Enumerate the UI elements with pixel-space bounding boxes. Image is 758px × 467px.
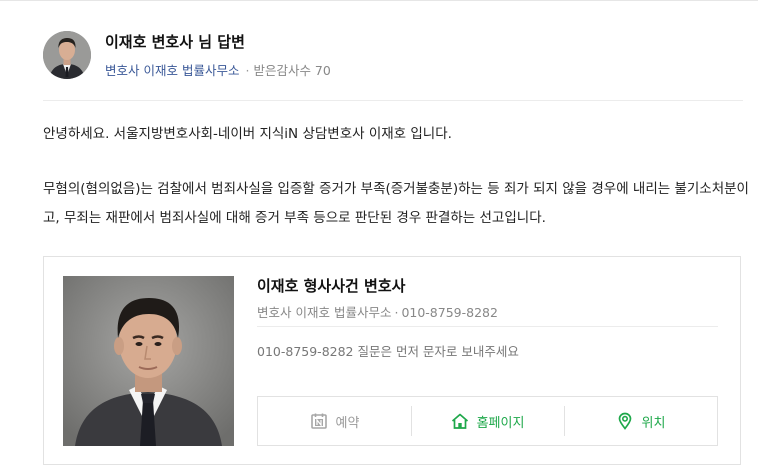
- reserve-button[interactable]: 예약: [258, 397, 411, 445]
- card-phone: 010-8759-8282: [401, 305, 498, 320]
- avatar-photo: [43, 31, 91, 79]
- card-office: 변호사 이재호 법률사무소: [257, 305, 392, 320]
- homepage-button[interactable]: 홈페이지: [411, 397, 564, 445]
- card-title[interactable]: 이재호 형사사건 변호사: [257, 275, 405, 296]
- card-office-phone: 변호사 이재호 법률사무소 · 010-8759-8282: [257, 302, 498, 321]
- card-description: 010-8759-8282 질문은 먼저 문자로 보내주세요: [257, 344, 519, 359]
- top-border: [0, 0, 758, 1]
- lawyer-profile-card: 이재호 형사사건 변호사 변호사 이재호 법률사무소 · 010-8759-8282…: [43, 256, 741, 465]
- reserve-label: 예약: [335, 415, 360, 431]
- author-meta: 변호사 이재호 법률사무소 · 받은감사수 70: [105, 60, 331, 79]
- thanks-count: 받은감사수 70: [253, 63, 331, 78]
- location-pin-icon: [616, 412, 634, 430]
- meta-separator: ·: [245, 63, 250, 78]
- header-divider: [43, 100, 743, 101]
- profile-photo-image: [63, 276, 234, 446]
- card-separator: ·: [394, 305, 399, 320]
- author-office-link[interactable]: 변호사 이재호 법률사무소: [105, 63, 239, 78]
- homepage-label: 홈페이지: [476, 415, 525, 431]
- answer-paragraph-1: 안녕하세요. 서울지방변호사회-네이버 지식iN 상담변호사 이재호 입니다.: [43, 126, 452, 142]
- card-divider: [257, 326, 718, 327]
- calendar-n-icon: [310, 412, 328, 430]
- profile-photo[interactable]: [63, 276, 234, 446]
- location-button[interactable]: 위치: [564, 397, 717, 445]
- card-action-bar: 예약 홈페이지 위치: [257, 396, 718, 446]
- location-label: 위치: [641, 415, 666, 431]
- answer-author-title: 이재호 변호사 님 답변: [105, 33, 245, 51]
- home-icon: [451, 412, 469, 430]
- answer-paragraph-2: 무혐의(혐의없음)는 검찰에서 범죄사실을 입증할 증거가 부족(증거불충분)하…: [43, 181, 749, 226]
- author-avatar[interactable]: [43, 31, 91, 79]
